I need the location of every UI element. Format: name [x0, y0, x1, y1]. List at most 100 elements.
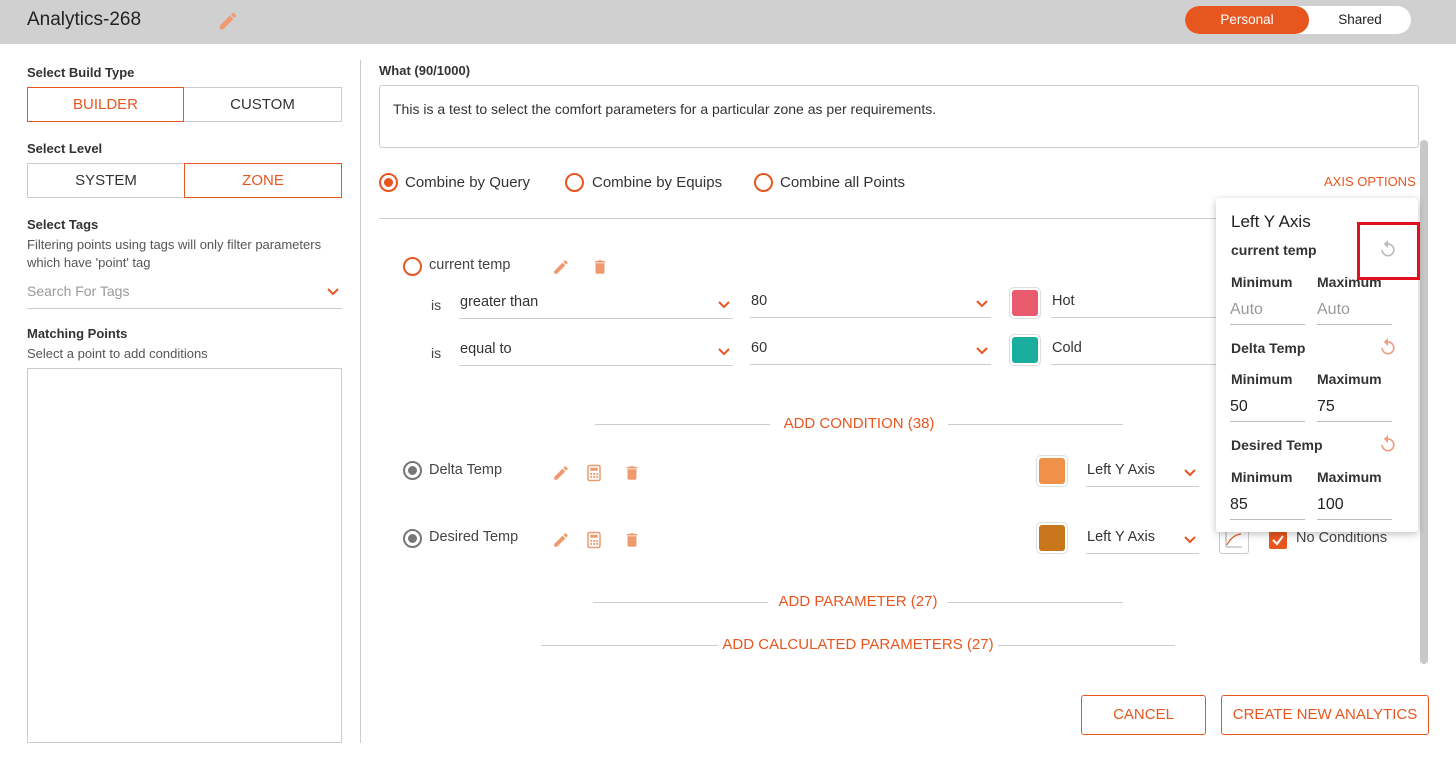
condition-label-value: Cold	[1052, 340, 1082, 356]
condition-label-input[interactable]: Hot	[1051, 288, 1217, 318]
color-picker-hot[interactable]	[1010, 288, 1040, 318]
add-parameter-link[interactable]: ADD PARAMETER (27)	[770, 593, 946, 610]
condition-value-select[interactable]: 60	[750, 335, 991, 365]
condition-value-select[interactable]: 80	[750, 288, 991, 318]
no-conditions-label: No Conditions	[1296, 530, 1388, 546]
color-swatch	[1012, 337, 1038, 363]
system-button[interactable]: SYSTEM	[27, 163, 184, 198]
divider-line	[541, 645, 718, 646]
color-picker-cold[interactable]	[1010, 335, 1040, 365]
no-conditions-checkbox[interactable]	[1269, 531, 1287, 549]
param-delta-temp-label: Delta Temp	[429, 462, 503, 478]
top-header: Analytics-268 Personal Shared	[0, 0, 1456, 44]
add-calculated-parameters-link[interactable]: ADD CALCULATED PARAMETERS (27)	[720, 636, 996, 653]
matching-points-label: Matching Points	[27, 326, 128, 341]
axis-select[interactable]: Left Y Axis	[1086, 457, 1199, 487]
minimum-label: Minimum	[1231, 274, 1293, 290]
combine-by-equips-label: Combine by Equips	[592, 174, 723, 191]
divider-line	[948, 424, 1123, 425]
desired-temp-min-input[interactable]: 85	[1230, 494, 1305, 520]
section-divider	[379, 218, 1219, 219]
color-picker-delta-temp[interactable]	[1037, 456, 1067, 486]
param-delta-temp-radio[interactable]	[403, 461, 422, 480]
condition-label-value: Hot	[1052, 293, 1075, 309]
condition-value: 60	[751, 340, 768, 356]
toggle-personal[interactable]: Personal	[1185, 6, 1309, 34]
delta-temp-min-input[interactable]: 50	[1230, 396, 1305, 422]
delta-temp-max-input[interactable]: 75	[1317, 396, 1392, 422]
matching-points-list[interactable]	[27, 368, 342, 743]
page-title: Analytics-268	[27, 9, 142, 30]
calculator-icon[interactable]	[585, 531, 603, 549]
delete-icon[interactable]	[623, 531, 641, 549]
axis-section-delta-temp: Delta Temp	[1231, 340, 1306, 356]
toggle-shared[interactable]: Shared	[1309, 6, 1411, 34]
custom-button[interactable]: CUSTOM	[184, 87, 342, 122]
condition-is-label: is	[431, 345, 442, 361]
minimum-label: Minimum	[1231, 371, 1293, 387]
check-icon	[1272, 535, 1284, 546]
combine-by-query-radio[interactable]	[379, 173, 398, 192]
scrollbar[interactable]	[1420, 140, 1428, 664]
build-type-label: Select Build Type	[27, 65, 135, 80]
axis-select-value: Left Y Axis	[1087, 529, 1155, 545]
matching-points-help: Select a point to add conditions	[27, 346, 208, 361]
edit-title-icon[interactable]	[217, 10, 239, 32]
chevron-down-icon	[1183, 466, 1197, 480]
condition-operator-value: equal to	[460, 341, 512, 357]
edit-icon[interactable]	[552, 464, 570, 482]
chevron-down-icon	[717, 345, 731, 359]
chevron-down-icon	[717, 298, 731, 312]
combine-all-points-radio[interactable]	[754, 173, 773, 192]
what-textarea[interactable]: This is a test to select the comfort par…	[379, 85, 1419, 148]
delete-icon[interactable]	[591, 258, 609, 276]
axis-select-value: Left Y Axis	[1087, 462, 1155, 478]
color-picker-desired-temp[interactable]	[1037, 523, 1067, 553]
maximum-label: Maximum	[1317, 371, 1382, 387]
zone-button[interactable]: ZONE	[184, 163, 342, 198]
param-current-temp-radio[interactable]	[403, 257, 422, 276]
reset-icon[interactable]	[1378, 337, 1398, 357]
tags-search-input[interactable]: Search For Tags	[27, 280, 342, 309]
condition-operator-select[interactable]: equal to	[459, 336, 733, 366]
combine-by-equips-radio[interactable]	[565, 173, 584, 192]
calculator-icon[interactable]	[585, 464, 603, 482]
axis-section-desired-temp: Desired Temp	[1231, 437, 1323, 453]
color-swatch	[1039, 458, 1065, 484]
chevron-down-icon	[975, 344, 989, 358]
color-swatch	[1012, 290, 1038, 316]
visibility-toggle: Personal Shared	[1185, 6, 1411, 34]
create-new-analytics-button[interactable]: CREATE NEW ANALYTICS	[1221, 695, 1429, 735]
condition-operator-value: greater than	[460, 294, 539, 310]
chevron-down-icon	[975, 297, 989, 311]
builder-button[interactable]: BUILDER	[27, 87, 184, 122]
current-temp-min-input[interactable]: Auto	[1230, 299, 1305, 325]
popup-title: Left Y Axis	[1231, 212, 1311, 231]
combine-by-query-label: Combine by Query	[405, 174, 531, 191]
what-label: What (90/1000)	[379, 63, 471, 78]
tags-help-text: Filtering points using tags will only fi…	[27, 237, 322, 270]
axis-options-link[interactable]: AXIS OPTIONS	[1324, 174, 1416, 189]
condition-label-input[interactable]: Cold	[1051, 335, 1217, 365]
edit-icon[interactable]	[552, 531, 570, 549]
highlight-box	[1357, 222, 1420, 280]
combine-all-points-label: Combine all Points	[780, 174, 906, 191]
param-desired-temp-radio[interactable]	[403, 529, 422, 548]
reset-icon[interactable]	[1378, 434, 1398, 454]
axis-select[interactable]: Left Y Axis	[1086, 524, 1199, 554]
add-condition-link[interactable]: ADD CONDITION (38)	[772, 415, 946, 432]
color-swatch	[1039, 525, 1065, 551]
condition-operator-select[interactable]: greater than	[459, 289, 733, 319]
chevron-down-icon	[1183, 533, 1197, 547]
cancel-button[interactable]: CANCEL	[1081, 695, 1206, 735]
divider-line	[948, 602, 1123, 603]
condition-is-label: is	[431, 297, 442, 313]
edit-icon[interactable]	[552, 258, 570, 276]
desired-temp-max-input[interactable]: 100	[1317, 494, 1392, 520]
divider-line	[593, 602, 768, 603]
delete-icon[interactable]	[623, 464, 641, 482]
divider-line	[998, 645, 1175, 646]
chevron-down-icon[interactable]	[326, 285, 340, 299]
current-temp-max-input[interactable]: Auto	[1317, 299, 1392, 325]
divider-line	[595, 424, 770, 425]
